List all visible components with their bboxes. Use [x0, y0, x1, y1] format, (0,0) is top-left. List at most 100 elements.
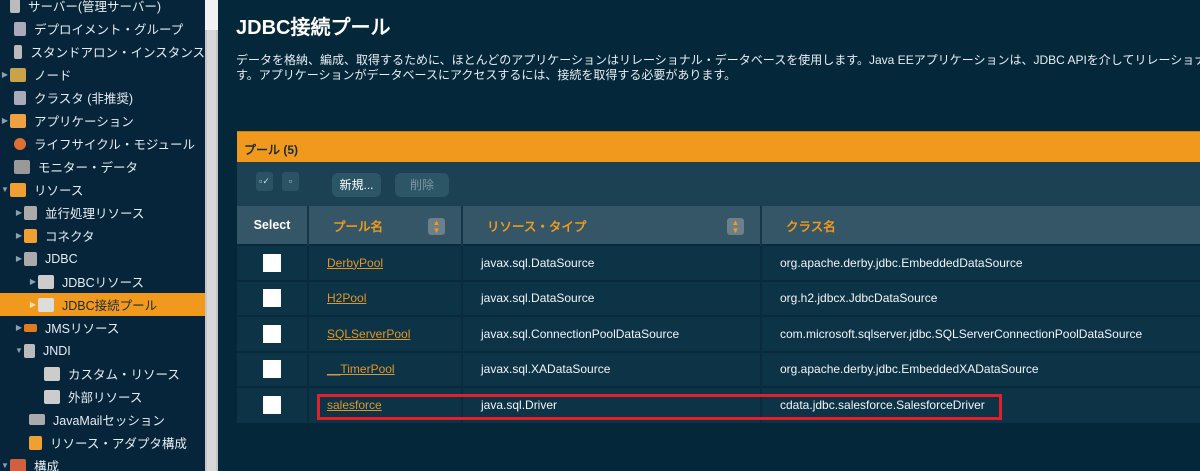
nav-label: 外部リソース: [68, 391, 143, 405]
class-name-cell: org.h2.jdbcx.JdbcDataSource: [761, 279, 1200, 316]
sidebar-nav: サーバー(管理サーバー) デプロイメント・グループ スタンドアロン・インスタンス…: [0, 0, 205, 471]
hierarchy-icon: [14, 90, 26, 105]
database-icon: [24, 251, 37, 266]
nav-label: JavaMailセッション: [53, 414, 165, 428]
scrollbar-thumb[interactable]: [207, 30, 216, 471]
table-toolbar: ▫✓ ▫ 新規... 削除: [237, 162, 1200, 206]
sliders-icon: [10, 458, 26, 471]
nav-label: 構成: [34, 460, 60, 471]
class-name-cell: com.microsoft.sqlserver.jdbc.SQLServerCo…: [761, 315, 1200, 352]
resource-type-cell: javax.sql.ConnectionPoolDataSource: [462, 315, 762, 352]
row-checkbox[interactable]: [263, 289, 281, 308]
sidebar-scrollbar[interactable]: [205, 0, 218, 471]
select-cell: [237, 244, 309, 281]
nav-deployment-group[interactable]: デプロイメント・グループ: [0, 17, 205, 40]
nav-resources[interactable]: ▼ リソース: [0, 178, 205, 201]
collapse-icon[interactable]: ▼: [14, 346, 24, 355]
expand-icon[interactable]: ▶: [0, 70, 10, 79]
nav-jdbc-pools[interactable]: ▶ JDBC接続プール: [0, 293, 205, 316]
pool-link[interactable]: __TimerPool: [327, 362, 395, 376]
collapse-icon[interactable]: ▼: [0, 185, 10, 194]
header-resource-type[interactable]: リソース・タイプ ▲ ▼: [462, 206, 762, 245]
deselect-all-icon[interactable]: ▫: [282, 172, 299, 191]
expand-icon[interactable]: ▶: [14, 231, 24, 240]
highlight-box: [317, 394, 1002, 420]
nav-standalone[interactable]: スタンドアロン・インスタンス: [0, 40, 205, 63]
nav-jms[interactable]: ▶ JMSリソース: [0, 316, 205, 339]
pool-link[interactable]: DerbyPool: [327, 256, 383, 270]
nav-label: スタンドアロン・インスタンス: [30, 46, 205, 60]
nav-jdbc-resources[interactable]: ▶ JDBCリソース: [0, 270, 205, 293]
lifecycle-icon: [14, 137, 26, 150]
expand-icon[interactable]: ▶: [14, 323, 24, 332]
nav-label: ノード: [34, 69, 72, 83]
folder-icon: [44, 389, 60, 404]
description-line: す。アプリケーションがデータベースにアクセスするには、接続を取得する必要がありま…: [236, 68, 737, 82]
new-button[interactable]: 新規...: [332, 173, 381, 197]
server-icon: [10, 0, 20, 13]
resource-type-cell: javax.sql.XADataSource: [462, 350, 762, 387]
select-cell: [237, 350, 309, 387]
nav-applications[interactable]: ▶ アプリケーション: [0, 109, 205, 132]
nav-label: アプリケーション: [34, 115, 134, 129]
row-checkbox[interactable]: [263, 360, 281, 379]
monitor-icon: [14, 159, 30, 174]
main-content: JDBC接続プール データを格納、編成、取得するために、ほとんどのアプリケーショ…: [218, 0, 1200, 471]
nav-configurations[interactable]: ▼ 構成: [0, 454, 205, 471]
nav-external-resources[interactable]: 外部リソース: [0, 385, 205, 408]
select-all-icon[interactable]: ▫✓: [256, 172, 273, 191]
folder-icon: [44, 366, 60, 381]
pool-name-cell: DerbyPool: [308, 244, 463, 281]
header-pool-name[interactable]: プール名 ▲ ▼: [308, 206, 463, 245]
folder-icon: [38, 297, 54, 312]
nav-label: カスタム・リソース: [68, 368, 180, 382]
exchange-icon: [24, 323, 37, 332]
class-name-cell: org.apache.derby.jdbc.EmbeddedDataSource: [761, 244, 1200, 281]
nav-resource-adapter[interactable]: リソース・アダプタ構成: [0, 431, 205, 454]
nav-label: リソース・アダプタ構成: [50, 437, 187, 451]
nav-label: JDBC接続プール: [62, 299, 158, 313]
nav-label: コネクタ: [45, 230, 95, 244]
sort-icon[interactable]: ▲ ▼: [428, 218, 445, 235]
nav-label: ライフサイクル・モジュール: [34, 138, 196, 152]
plugin-icon: [29, 435, 42, 450]
sort-icon[interactable]: ▲ ▼: [727, 218, 744, 235]
expand-icon[interactable]: ▶: [28, 277, 38, 286]
expand-icon[interactable]: ▶: [28, 300, 38, 309]
header-class-name: クラス名: [761, 206, 1200, 245]
nav-concurrency[interactable]: ▶ 並行処理リソース: [0, 201, 205, 224]
select-cell: [237, 279, 309, 316]
nav-node[interactable]: ▶ ノード: [0, 63, 205, 86]
expand-icon[interactable]: ▶: [14, 208, 24, 217]
delete-button[interactable]: 削除: [395, 173, 449, 197]
mail-icon: [29, 414, 45, 425]
row-checkbox[interactable]: [263, 253, 281, 272]
table-row: H2Pool javax.sql.DataSource org.h2.jdbcx…: [237, 279, 1200, 316]
header-label: プール名: [333, 219, 384, 234]
database-icon: [24, 205, 37, 220]
nav-server[interactable]: サーバー(管理サーバー): [0, 0, 205, 17]
nav-custom-resources[interactable]: カスタム・リソース: [0, 362, 205, 385]
nav-label: サーバー(管理サーバー): [28, 0, 162, 14]
expand-icon[interactable]: ▶: [0, 116, 10, 125]
row-checkbox[interactable]: [263, 324, 281, 343]
nav-javamail[interactable]: JavaMailセッション: [0, 408, 205, 431]
nav-connector[interactable]: ▶ コネクタ: [0, 224, 205, 247]
expand-icon[interactable]: ▶: [14, 254, 24, 263]
collapse-icon[interactable]: ▼: [0, 461, 10, 470]
select-cell: [237, 386, 309, 423]
pool-name-cell: SQLServerPool: [308, 315, 463, 352]
pool-link[interactable]: SQLServerPool: [327, 327, 410, 341]
nav-cluster[interactable]: クラスタ (非推奨): [0, 86, 205, 109]
nav-jndi[interactable]: ▼ JNDI: [0, 339, 205, 362]
filter-icon: [24, 343, 35, 358]
nav-jdbc[interactable]: ▶ JDBC: [0, 247, 205, 270]
nav-monitor[interactable]: モニター・データ: [0, 155, 205, 178]
nav-lifecycle[interactable]: ライフサイクル・モジュール: [0, 132, 205, 155]
select-cell: [237, 315, 309, 352]
class-name-cell: org.apache.derby.jdbc.EmbeddedXADataSour…: [761, 350, 1200, 387]
header-select: Select: [237, 206, 309, 245]
row-checkbox[interactable]: [263, 396, 281, 415]
pool-link[interactable]: H2Pool: [327, 291, 366, 305]
pools-table: Select プール名 ▲ ▼ リソース・タイプ ▲ ▼ クラス名 DerbyPool …: [237, 206, 1200, 423]
